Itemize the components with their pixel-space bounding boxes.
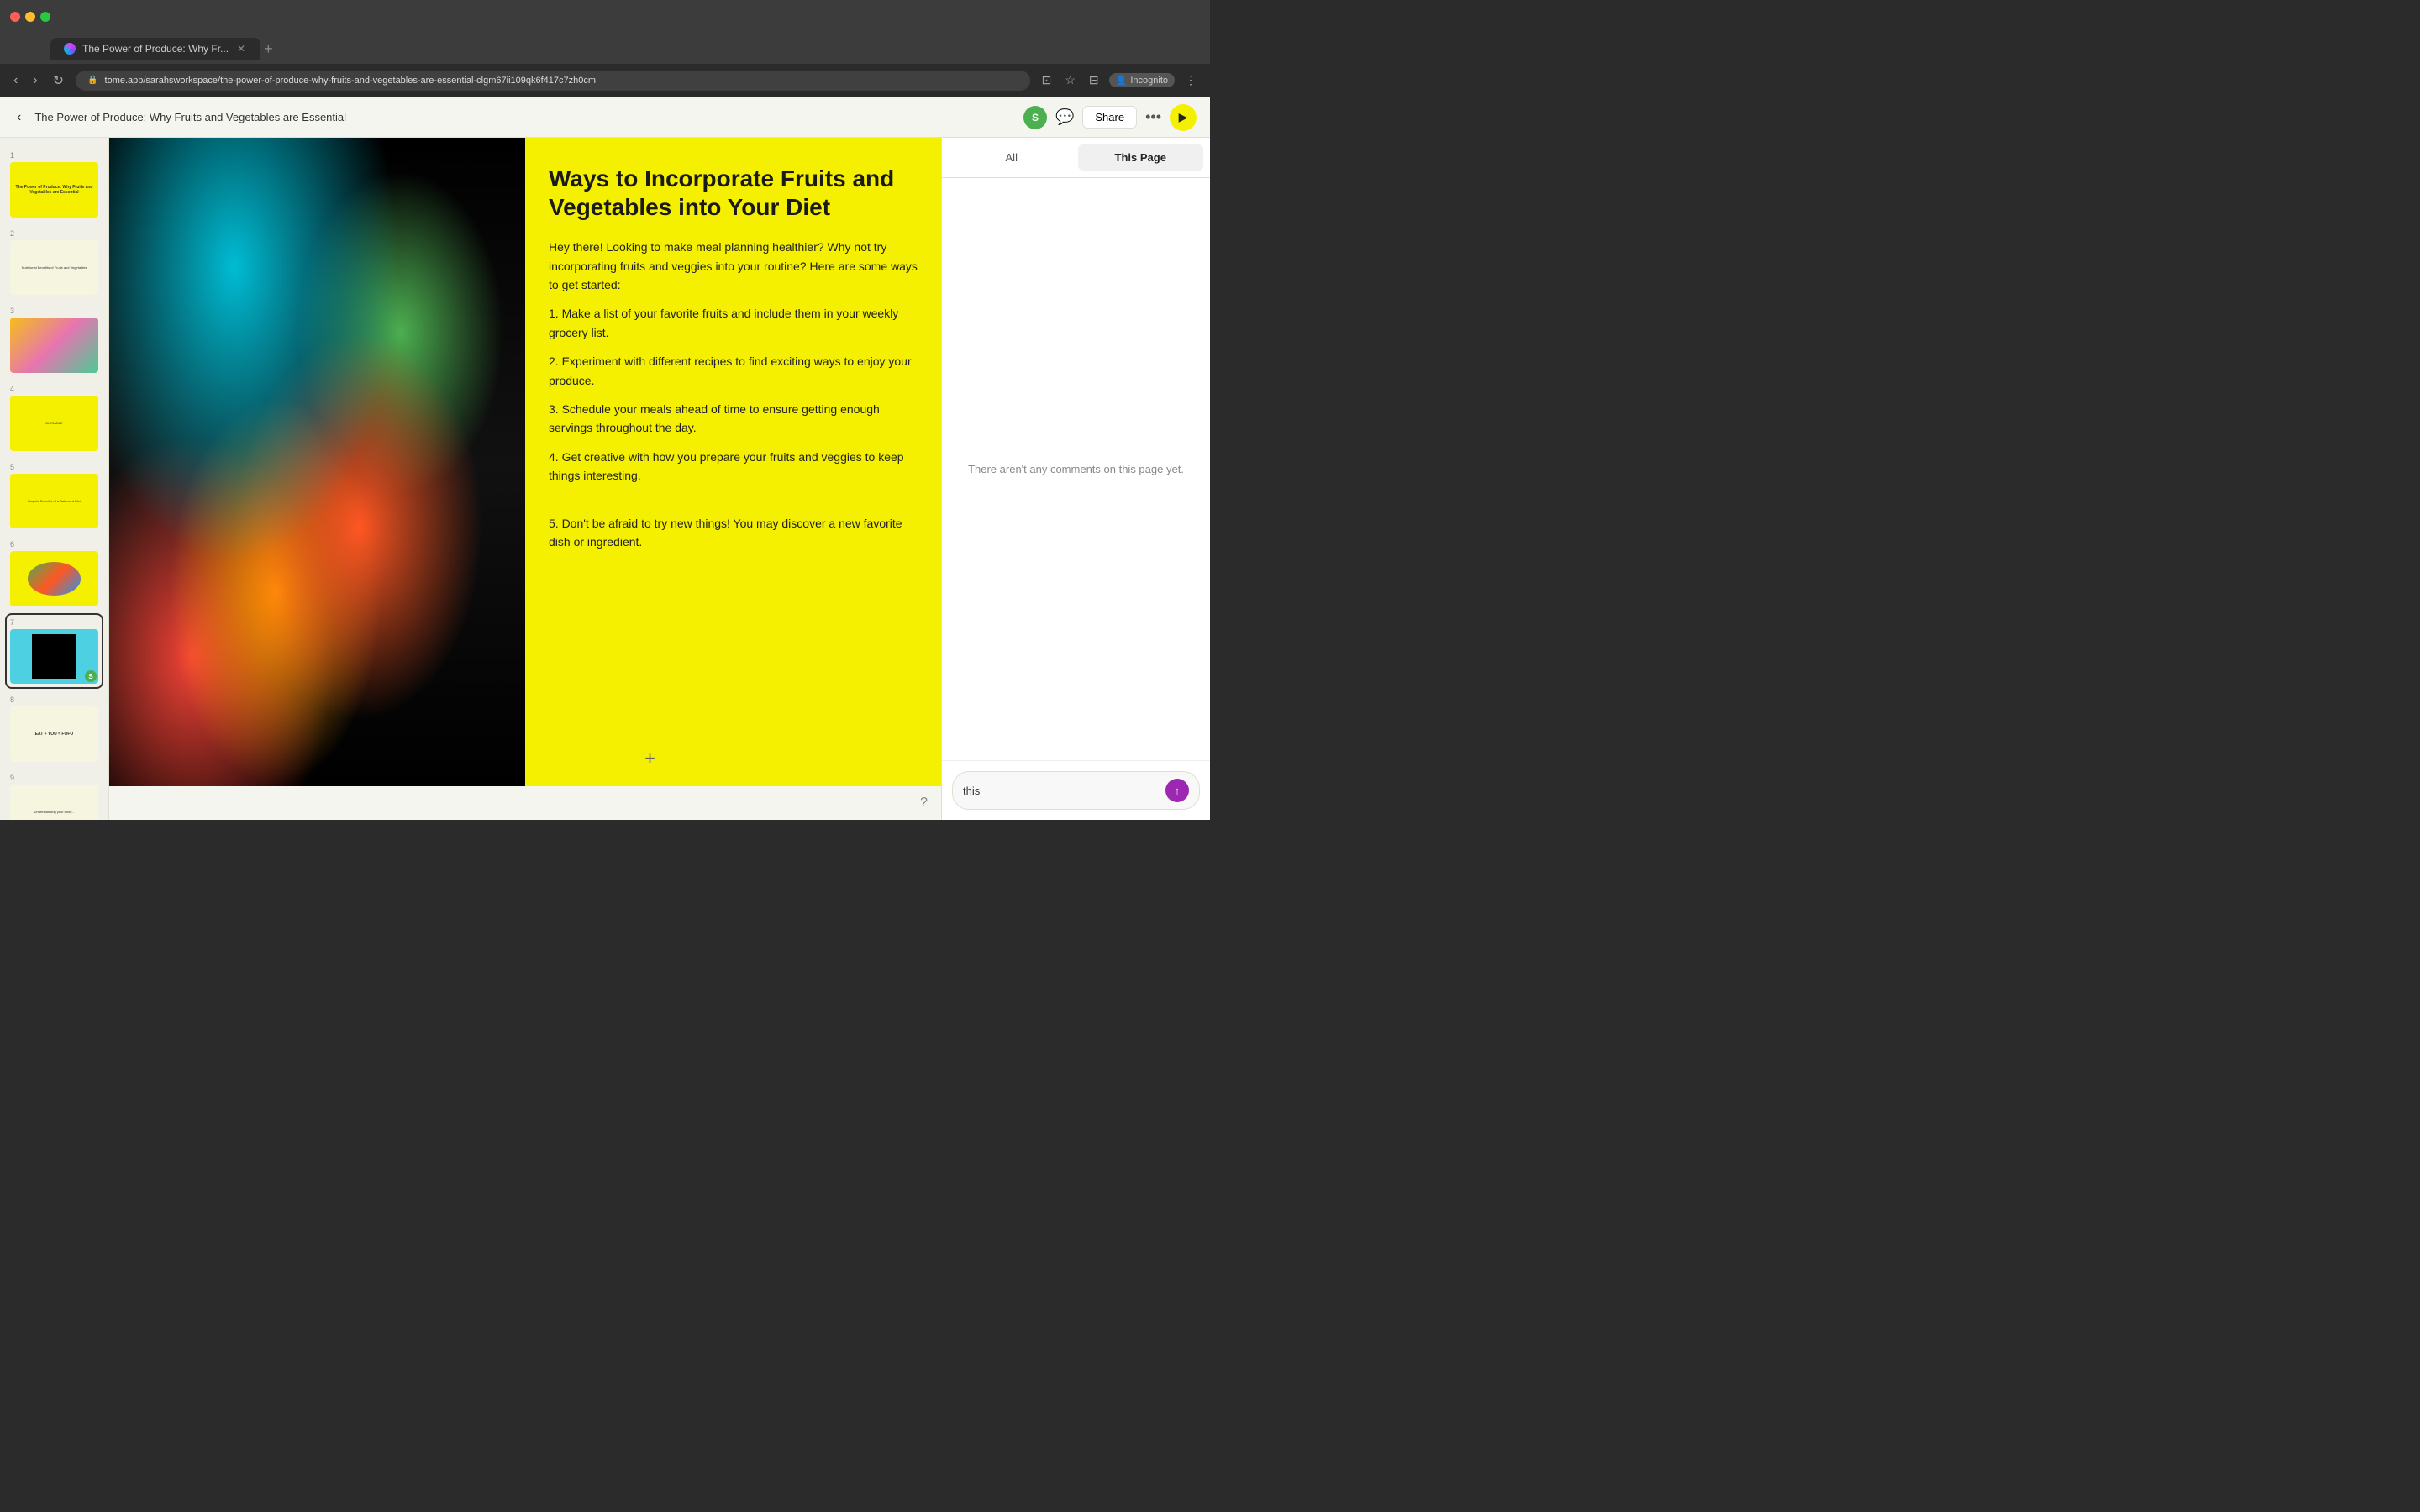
minimize-button[interactable] xyxy=(25,12,35,22)
incognito-badge: 👤 Incognito xyxy=(1109,73,1175,87)
help-icon[interactable]: ? xyxy=(920,795,928,811)
slide-item-5: 5. Don't be afraid to try new things! Yo… xyxy=(549,514,918,552)
slide-number: 4 xyxy=(10,385,98,393)
slide-number: 2 xyxy=(10,229,98,238)
share-button[interactable]: Share xyxy=(1082,106,1137,129)
slide-area: Ways to Incorporate Fruits and Vegetable… xyxy=(109,138,941,820)
url-bar[interactable]: 🔒 tome.app/sarahsworkspace/the-power-of-… xyxy=(76,71,1030,91)
slide-number: 6 xyxy=(10,540,98,549)
slide-item[interactable]: 5 Graphic Benefits of a Balanced Diet xyxy=(7,459,102,533)
reload-button[interactable]: ↻ xyxy=(50,69,67,92)
slide-image xyxy=(109,138,525,786)
comments-body: There aren't any comments on this page y… xyxy=(942,178,1210,760)
tab-all[interactable]: All xyxy=(949,144,1075,171)
slide-thumbnail: The Power of Produce: Why Fruits and Veg… xyxy=(10,162,98,218)
slide-item[interactable]: 8 EAT + YOU = FOFO xyxy=(7,692,102,765)
slide-item-2: 2. Experiment with different recipes to … xyxy=(549,352,918,390)
slides-sidebar: 1 The Power of Produce: Why Fruits and V… xyxy=(0,138,109,820)
slide-item[interactable]: 1 The Power of Produce: Why Fruits and V… xyxy=(7,148,102,221)
comments-panel: All This Page There aren't any comments … xyxy=(941,138,1210,820)
menu-icon[interactable]: ⋮ xyxy=(1181,70,1200,91)
tab-bar: The Power of Produce: Why Fr... ✕ + xyxy=(0,34,1210,64)
nav-back-button[interactable]: ‹ xyxy=(13,107,24,129)
slide-image-inner xyxy=(109,138,525,786)
slide-wrapper: Ways to Incorporate Fruits and Vegetable… xyxy=(109,138,941,786)
slide-body: Hey there! Looking to make meal planning… xyxy=(549,238,918,551)
page-title: The Power of Produce: Why Fruits and Veg… xyxy=(34,111,1013,123)
slide-item-3: 3. Schedule your meals ahead of time to … xyxy=(549,400,918,438)
empty-comments-message: There aren't any comments on this page y… xyxy=(968,463,1184,475)
slide-item-active[interactable]: 7 S xyxy=(7,615,102,688)
sidebar-icon[interactable]: ⊟ xyxy=(1086,70,1102,91)
slide-intro: Hey there! Looking to make meal planning… xyxy=(549,238,918,294)
tab-favicon xyxy=(64,43,76,55)
slide-item[interactable]: 2 Nutritional Benefits of Fruits and Veg… xyxy=(7,226,102,299)
comment-input[interactable] xyxy=(963,785,1159,797)
url-text: tome.app/sarahsworkspace/the-power-of-pr… xyxy=(105,76,597,86)
lock-icon: 🔒 xyxy=(87,76,97,85)
slide-text: Ways to Incorporate Fruits and Vegetable… xyxy=(525,138,941,786)
slide-item-4: 4. Get creative with how you prepare you… xyxy=(549,448,918,486)
slide-thumbnail: DIORABLE xyxy=(10,396,98,451)
slide-number: 7 xyxy=(10,618,98,627)
comments-input-area: ↑ xyxy=(942,760,1210,820)
bookmark-icon[interactable]: ☆ xyxy=(1061,70,1079,91)
slide-number: 5 xyxy=(10,463,98,471)
nav-actions: S 💬 Share ••• ▶ xyxy=(1023,104,1197,131)
tab-title: The Power of Produce: Why Fr... xyxy=(82,43,229,55)
forward-button[interactable]: › xyxy=(29,70,40,92)
comment-button[interactable]: 💬 xyxy=(1055,108,1074,126)
traffic-lights xyxy=(10,12,50,22)
main-content: 1 The Power of Produce: Why Fruits and V… xyxy=(0,138,1210,820)
slide-item[interactable]: 3 xyxy=(7,303,102,376)
slide-thumbnail: Understanding your body... xyxy=(10,785,98,820)
new-tab-button[interactable]: + xyxy=(264,40,273,58)
app: ‹ The Power of Produce: Why Fruits and V… xyxy=(0,97,1210,820)
close-button[interactable] xyxy=(10,12,20,22)
slide-heading: Ways to Incorporate Fruits and Vegetable… xyxy=(549,165,918,221)
bottom-bar: ? xyxy=(109,786,941,820)
more-options-button[interactable]: ••• xyxy=(1145,108,1161,126)
comments-input-row: ↑ xyxy=(952,771,1200,810)
active-tab[interactable]: The Power of Produce: Why Fr... ✕ xyxy=(50,38,260,60)
fullscreen-button[interactable] xyxy=(40,12,50,22)
slide-thumbnail: Nutritional Benefits of Fruits and Veget… xyxy=(10,240,98,296)
send-comment-button[interactable]: ↑ xyxy=(1165,779,1189,802)
slide-main: Ways to Incorporate Fruits and Vegetable… xyxy=(109,138,941,786)
slide-number: 9 xyxy=(10,774,98,782)
add-content-button[interactable]: + xyxy=(644,748,655,769)
address-bar: ‹ › ↻ 🔒 tome.app/sarahsworkspace/the-pow… xyxy=(0,64,1210,97)
slide-item[interactable]: 4 DIORABLE xyxy=(7,381,102,454)
slide-thumbnail xyxy=(10,551,98,606)
slide-thumbnail xyxy=(10,318,98,373)
comments-tabs: All This Page xyxy=(942,138,1210,178)
back-button[interactable]: ‹ xyxy=(10,70,21,92)
tab-close-button[interactable]: ✕ xyxy=(235,43,247,55)
slide-number: 1 xyxy=(10,151,98,160)
app-nav: ‹ The Power of Produce: Why Fruits and V… xyxy=(0,97,1210,138)
slide-number: 3 xyxy=(10,307,98,315)
slide-item[interactable]: 6 xyxy=(7,537,102,610)
slide-thumbnail: EAT + YOU = FOFO xyxy=(10,706,98,762)
tab-this-page[interactable]: This Page xyxy=(1078,144,1204,171)
cast-icon[interactable]: ⊡ xyxy=(1039,70,1055,91)
avatar: S xyxy=(1023,106,1047,129)
browser-toolbar: ⊡ ☆ ⊟ 👤 Incognito ⋮ xyxy=(1039,70,1200,91)
slide-thumbnail: Graphic Benefits of a Balanced Diet xyxy=(10,474,98,529)
slide-item[interactable]: 9 Understanding your body... xyxy=(7,770,102,820)
slide-number: 8 xyxy=(10,696,98,704)
slide-item-1: 1. Make a list of your favorite fruits a… xyxy=(549,304,918,342)
play-button[interactable]: ▶ xyxy=(1170,104,1197,131)
